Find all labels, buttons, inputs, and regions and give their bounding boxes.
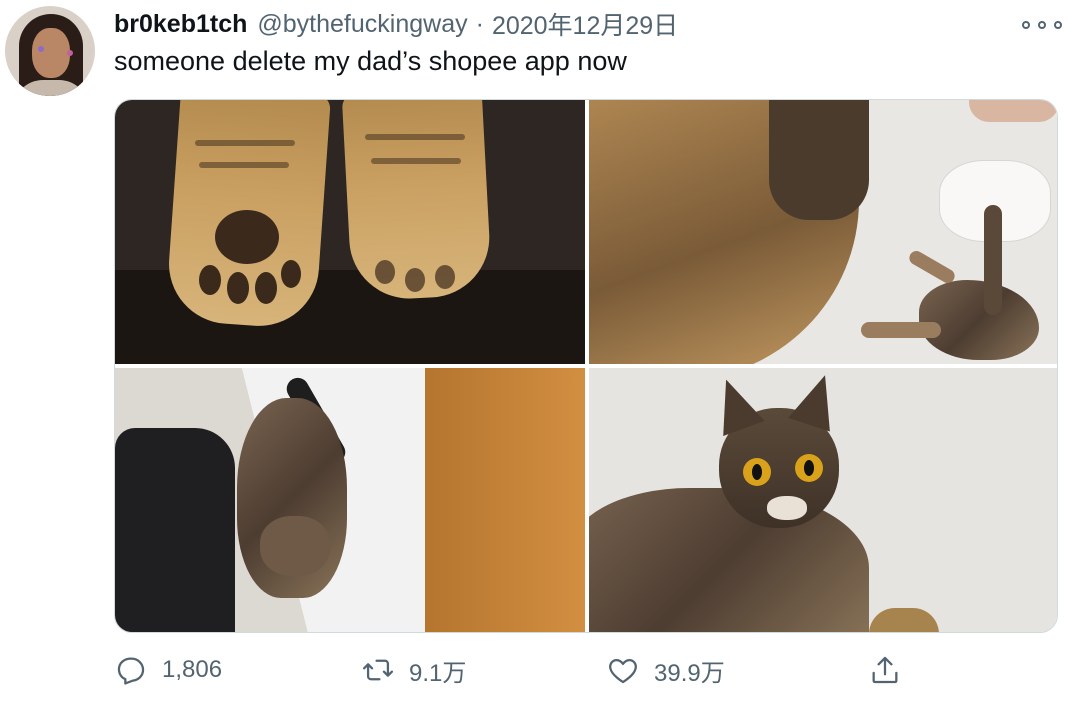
sock-stripe [365,134,465,140]
user-handle[interactable]: @bythefuckingway [257,10,467,39]
paw-toe [255,272,277,304]
photo-cat-sock-and-cat-on-floor[interactable] [589,100,1057,364]
cat-muzzle [767,496,807,520]
like-count: 39.9万 [654,659,725,687]
tweet-date[interactable]: 2020年12月29日 [492,6,678,42]
share-icon [872,656,898,684]
paw-toe [281,260,301,288]
cat-eye [795,454,823,482]
sock-stripe [371,158,461,164]
cat-leg [906,248,958,286]
photo-cat-paw-socks[interactable] [115,100,585,364]
like-button[interactable]: 39.9万 [606,648,725,692]
cat-eye [743,458,771,486]
cat-face [260,516,330,576]
avatar-sticker [67,50,73,56]
sock-stripe [199,162,289,168]
heart-icon [609,658,637,684]
reply-icon [117,657,145,685]
paw-toe [375,260,395,284]
reply-button[interactable]: 1,806 [114,648,222,692]
cat-leg [861,322,941,338]
share-button[interactable] [868,648,902,692]
photo-cat-looking-at-camera[interactable] [589,368,1057,632]
hand-edge [969,100,1057,122]
paw-toe [199,265,221,295]
paw-toe [435,265,455,289]
separator-dot: · [475,9,484,38]
display-name[interactable]: br0keb1tch [114,10,247,39]
cat-body [589,488,869,632]
cat-lying [919,280,1039,360]
more-options-icon[interactable] [1022,12,1062,38]
sock-stripe [195,140,295,146]
sock-top [769,100,869,220]
action-bar: 1,806 9.1万 39.9万 [0,648,1080,692]
retweet-icon [362,659,394,681]
photo-cat-under-cabinet[interactable] [115,368,585,632]
retweet-count: 9.1万 [409,659,467,687]
paw-toe [405,268,425,292]
tweet-text: someone delete my dad’s shopee app now [114,46,627,76]
retweet-button[interactable]: 9.1万 [361,648,466,692]
avatar-face [32,28,70,78]
avatar[interactable] [5,6,95,96]
reply-count: 1,806 [162,656,223,683]
media-grid [114,99,1058,633]
wooden-cabinet [425,368,585,632]
avatar-sticker [38,46,44,52]
black-bag [115,428,235,632]
sock-corner [869,608,939,632]
cat-tail [984,205,1002,315]
paw-pad [215,210,279,264]
paw-toe [227,272,249,304]
tweet-header: br0keb1tch @bythefuckingway · 2020年12月29… [114,6,678,42]
